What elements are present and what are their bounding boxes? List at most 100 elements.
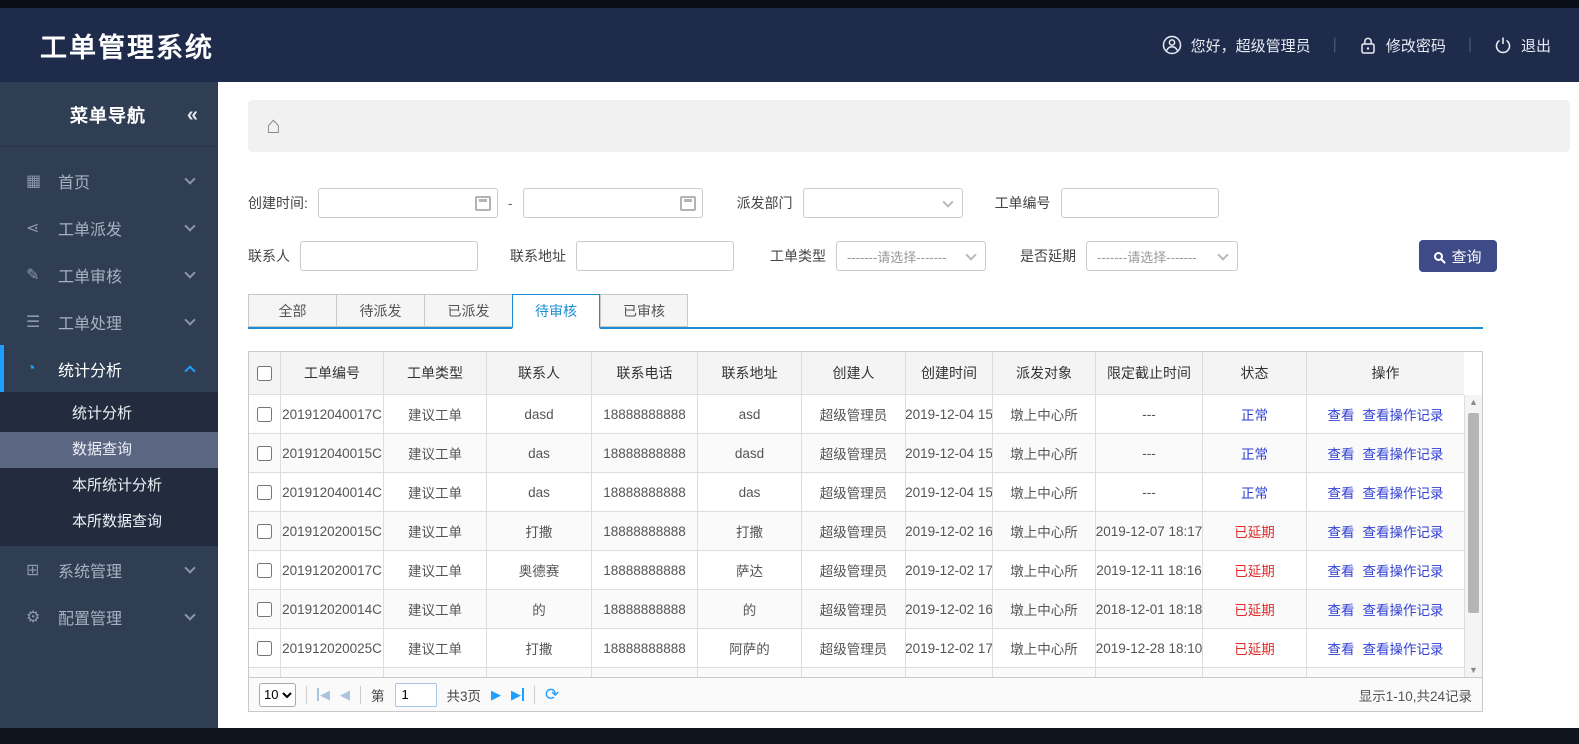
view-link[interactable]: 查看 [1328, 404, 1355, 424]
calendar-icon[interactable] [679, 195, 696, 211]
select-all-checkbox[interactable] [257, 365, 272, 381]
create-time-end-input[interactable] [522, 188, 703, 218]
sidebar-item-stats-analysis[interactable]: 统计分析 [0, 396, 218, 432]
logout-button[interactable]: 退出 [1494, 35, 1551, 56]
page-size-select[interactable]: 10 [259, 682, 296, 707]
sidebar-item-label: 统计分析 [58, 362, 123, 380]
status-badge: 正常 [1241, 408, 1268, 423]
filter-row-2: 联系人 联系地址 工单类型 -------请选择------- 是否延期 ---… [248, 240, 1579, 272]
next-page-icon[interactable]: ▶ [491, 688, 501, 701]
sidebar-item-label: 工单审核 [58, 268, 123, 286]
cell-created: 2019-12-02 16 [906, 512, 993, 551]
pagination-bar: 10 ◀ ◀ 第 共3页 ▶ ▶ ⟳ 显示1-10,共24记录 [248, 678, 1483, 712]
cell-order_no: 201912020015C [281, 512, 384, 551]
refresh-icon[interactable]: ⟳ [545, 686, 559, 703]
view-log-link[interactable]: 查看操作记录 [1363, 404, 1444, 424]
sidebar-item-local-query[interactable]: 本所数据查询 [0, 504, 218, 540]
prev-page-icon[interactable]: ◀ [340, 688, 350, 701]
view-link[interactable]: 查看 [1328, 443, 1355, 463]
sidebar-item-stats[interactable]: ◔ 统计分析 [0, 345, 218, 392]
cell-deadline: 2019-12-07 18:17 [1096, 512, 1203, 551]
order-no-input[interactable] [1060, 188, 1219, 218]
view-log-link[interactable]: 查看操作记录 [1363, 482, 1444, 502]
tab-已派发[interactable]: 已派发 [424, 294, 512, 327]
sidebar-menu: ▦ 首页 ⋖ 工单派发 ✎ 工单审核 ☰ 工单处理 ◔ 统计分析 统计分析 数据查询 本所统计分析 本所数… [0, 147, 218, 640]
row-checkbox[interactable] [257, 640, 272, 656]
row-checkbox-cell [249, 590, 281, 629]
chevron-down-icon [184, 266, 196, 279]
row-checkbox[interactable] [257, 484, 272, 500]
dispatch-dept-select[interactable] [802, 188, 963, 218]
column-header: 派发对象 [993, 352, 1096, 395]
address-input[interactable] [576, 241, 734, 271]
sidebar-item-label: 工单处理 [58, 315, 123, 333]
delay-select[interactable]: -------请选择------- [1086, 241, 1238, 271]
cell-phone: 18888888888 [592, 629, 698, 668]
change-password-button[interactable]: 修改密码 [1359, 35, 1446, 56]
sidebar-item-home[interactable]: ▦ 首页 [0, 157, 218, 204]
cell-actions: 查看 查看操作记录 [1307, 512, 1464, 551]
sidebar-item-data-query[interactable]: 数据查询 [0, 432, 218, 468]
row-checkbox[interactable] [257, 406, 272, 422]
cell-address: 打撒 [698, 512, 802, 551]
main-content: ⌂ 创建时间: - 派发部门 工单编号 联系人 联系地址 工单类型 ------… [218, 82, 1579, 728]
sidebar-item-label: 工单派发 [58, 221, 123, 239]
chevron-down-icon [184, 608, 196, 621]
order-type-value: -------请选择------- [847, 249, 947, 265]
chevron-down-icon [941, 196, 954, 208]
view-link[interactable]: 查看 [1328, 638, 1355, 658]
search-button[interactable]: 查询 [1419, 240, 1497, 272]
sidebar-item-process[interactable]: ☰ 工单处理 [0, 298, 218, 345]
cell-phone: 18888888888 [592, 512, 698, 551]
scroll-down-icon[interactable]: ▼ [1465, 663, 1482, 677]
row-checkbox[interactable] [257, 601, 272, 617]
empty-cell [592, 668, 698, 677]
cell-address: 阿萨的 [698, 629, 802, 668]
tab-待派发[interactable]: 待派发 [336, 294, 424, 327]
collapse-sidebar-icon[interactable]: « [187, 104, 198, 127]
first-page-icon[interactable]: ◀ [317, 688, 330, 701]
row-checkbox[interactable] [257, 523, 272, 539]
sidebar-item-dispatch[interactable]: ⋖ 工单派发 [0, 204, 218, 251]
table-scrollbar[interactable]: ▲ ▼ [1464, 395, 1482, 677]
view-link[interactable]: 查看 [1328, 599, 1355, 619]
cell-actions: 查看 查看操作记录 [1307, 434, 1464, 473]
row-checkbox[interactable] [257, 562, 272, 578]
tab-待审核[interactable]: 待审核 [512, 294, 600, 329]
cell-actions: 查看 查看操作记录 [1307, 629, 1464, 668]
contact-input[interactable] [300, 241, 478, 271]
scrollbar-thumb[interactable] [1468, 413, 1479, 613]
create-time-start-input[interactable] [317, 188, 498, 218]
share-icon: ⋖ [26, 219, 40, 237]
sidebar-item-system[interactable]: ⊞ 系统管理 [0, 546, 218, 593]
view-log-link[interactable]: 查看操作记录 [1363, 521, 1444, 541]
column-header: 工单类型 [384, 352, 487, 395]
view-log-link[interactable]: 查看操作记录 [1363, 560, 1444, 580]
cell-creator: 超级管理员 [802, 395, 906, 434]
sidebar-item-review[interactable]: ✎ 工单审核 [0, 251, 218, 298]
last-page-icon[interactable]: ▶ [511, 688, 525, 701]
page-number-input[interactable] [394, 682, 437, 707]
sidebar-item-config[interactable]: ⚙ 配置管理 [0, 593, 218, 640]
tab-已审核[interactable]: 已审核 [600, 294, 688, 327]
cell-creator: 超级管理员 [802, 434, 906, 473]
row-checkbox[interactable] [257, 445, 272, 461]
view-log-link[interactable]: 查看操作记录 [1363, 599, 1444, 619]
cell-phone: 18888888888 [592, 590, 698, 629]
total-pages-label: 共3页 [446, 688, 482, 704]
search-button-label: 查询 [1451, 248, 1482, 266]
view-log-link[interactable]: 查看操作记录 [1363, 443, 1444, 463]
cell-created: 2019-12-02 17 [906, 551, 993, 590]
order-type-select[interactable]: -------请选择------- [836, 241, 986, 271]
home-icon[interactable]: ⌂ [266, 114, 281, 138]
calendar-icon[interactable] [474, 195, 491, 211]
view-link[interactable]: 查看 [1328, 482, 1355, 502]
view-link[interactable]: 查看 [1328, 521, 1355, 541]
gear-icon: ⚙ [26, 608, 41, 626]
view-log-link[interactable]: 查看操作记录 [1363, 638, 1444, 658]
sidebar-item-local-stats[interactable]: 本所统计分析 [0, 468, 218, 504]
tab-全部[interactable]: 全部 [248, 294, 336, 327]
power-icon [1494, 36, 1512, 54]
view-link[interactable]: 查看 [1328, 560, 1355, 580]
scroll-up-icon[interactable]: ▲ [1465, 395, 1482, 409]
